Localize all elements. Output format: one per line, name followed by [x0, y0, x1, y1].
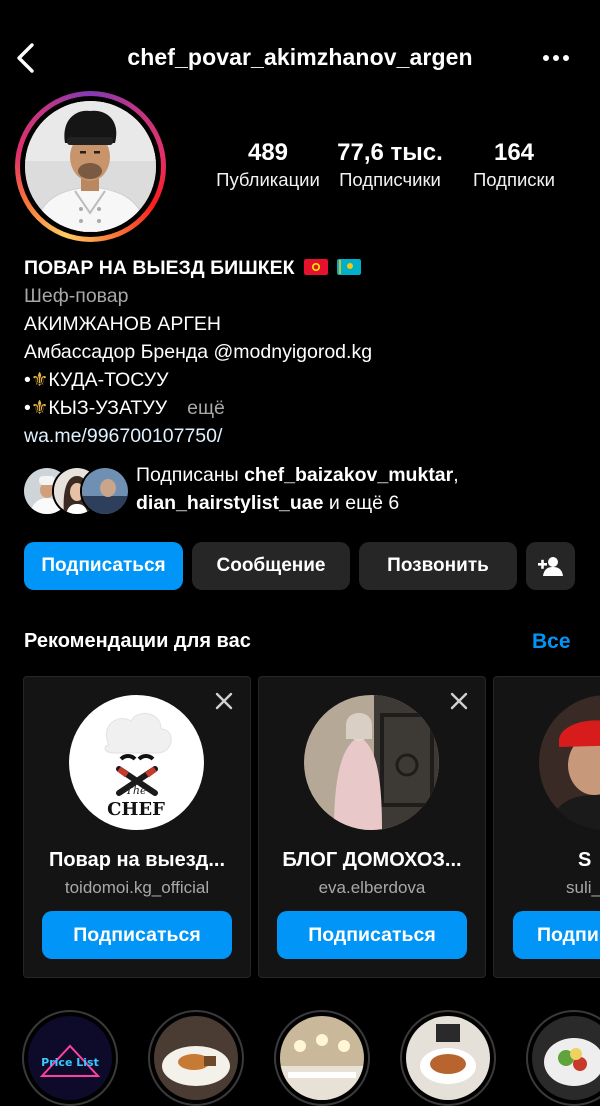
bullet-dot: •	[24, 397, 31, 419]
suggestion-card[interactable]: S suli_ Подпи	[493, 676, 600, 978]
suggestion-handle: suli_	[566, 878, 600, 897]
suggestion-name[interactable]: БЛОГ ДОМОХОЗ...	[259, 849, 485, 872]
profile-username: chef_povar_akimzhanov_argen	[127, 44, 473, 70]
bio-bullet-2-text: КЫЗ-УЗАТУУ	[48, 397, 168, 419]
followers-stat[interactable]: 77,6 тыс. Подписчики	[330, 140, 450, 194]
followed-by-user-2[interactable]: dian_hairstylist_uae	[136, 492, 324, 514]
profile-bio: ПОВАР НА ВЫЕЗД БИШКЕК Шеф-повар АКИМЖАНО…	[24, 254, 584, 450]
woman-coat-photo	[304, 695, 439, 830]
story-highlight[interactable]	[526, 1010, 600, 1106]
status-bar	[0, 0, 600, 6]
fleur-de-lis-icon: ⚜	[30, 397, 49, 419]
more-options-button[interactable]	[540, 44, 574, 72]
followed-by-suffix: и ещё 6	[323, 492, 400, 514]
close-icon[interactable]	[447, 689, 471, 713]
followed-by-prefix: Подписаны	[136, 464, 245, 486]
kazakhstan-flag-icon	[337, 259, 362, 275]
suggestion-card[interactable]: БЛОГ ДОМОХОЗ... eva.elberdova Подписатьс…	[258, 676, 486, 978]
kyrgyzstan-flag-icon	[303, 259, 328, 275]
follow-button[interactable]: Подписаться	[24, 542, 183, 590]
suggestion-name[interactable]: Повар на выезд...	[24, 849, 250, 872]
suggestion-handle: toidomoi.kg_official	[64, 878, 210, 897]
message-button[interactable]: Сообщение	[192, 542, 350, 590]
bio-bullet-1-text: КУДА-ТОСУУ	[48, 369, 169, 391]
profile-avatar[interactable]	[25, 101, 156, 232]
bio-bullet-1: •⚜КУДА-ТОСУУ	[24, 366, 584, 394]
man-red-hat-photo	[539, 695, 600, 830]
price-list-highlight-image: Price List	[28, 1016, 112, 1100]
suggestion-avatar[interactable]	[304, 695, 439, 830]
more-horizontal-icon	[543, 55, 569, 61]
suggestion-follow-button[interactable]: Подписаться	[277, 911, 467, 959]
bio-bullet-2: •⚜КЫЗ-УЗАТУУ ещё	[24, 394, 584, 422]
food-plate-highlight-image	[154, 1016, 238, 1100]
suggestion-follow-button[interactable]: Подпи	[513, 911, 600, 959]
call-button[interactable]: Позвонить	[359, 542, 517, 590]
suggestion-name[interactable]: S	[578, 849, 591, 872]
see-all-link[interactable]: Все	[532, 630, 571, 654]
bio-website-link[interactable]: wa.me/996700107750/	[24, 422, 584, 450]
chef-portrait-image	[25, 101, 156, 232]
logo-text-the: The	[126, 784, 147, 797]
story-highlight[interactable]	[400, 1010, 496, 1106]
mutual-avatar-image	[82, 468, 128, 514]
fleur-de-lis-icon: ⚜	[30, 369, 49, 391]
bio-mention-link[interactable]: @modnyigorod.kg	[214, 341, 373, 363]
profile-display-name: ПОВАР НА ВЫЕЗД БИШКЕК	[24, 257, 295, 279]
story-highlight[interactable]	[274, 1010, 370, 1106]
suggestion-avatar[interactable]	[539, 695, 600, 830]
posts-count: 489	[247, 139, 289, 166]
story-highlight[interactable]: Price List	[22, 1010, 118, 1106]
bullet-dot: •	[24, 369, 31, 391]
suggestion-follow-button[interactable]: Подписаться	[42, 911, 232, 959]
chevron-left-icon	[17, 43, 34, 73]
mutual-avatar-3[interactable]	[80, 466, 130, 516]
posts-stat[interactable]: 489 Публикации	[208, 140, 328, 194]
followed-by-text[interactable]: Подписаны chef_baizakov_muktar, dian_hair…	[136, 461, 576, 517]
suggestions-title: Рекомендации для вас	[24, 630, 251, 652]
bio-line-ambassador: Амбассадор Бренда @modnyigorod.kg	[24, 338, 584, 366]
back-button[interactable]	[10, 40, 40, 76]
following-count: 164	[493, 139, 535, 166]
close-icon[interactable]	[212, 689, 236, 713]
bio-line-name: АКИМЖАНОВ АРГЕН	[24, 313, 221, 335]
suggestion-handle: eva.elberdova	[318, 878, 426, 897]
logo-text-chef: CHEF	[107, 799, 165, 820]
banquet-hall-highlight-image	[280, 1016, 364, 1100]
followed-by-separator: ,	[453, 464, 459, 486]
following-label: Подписки	[472, 169, 555, 190]
soup-bowl-highlight-image	[406, 1016, 490, 1100]
bio-ambassador-text: Амбассадор Бренда	[24, 341, 214, 363]
followed-by-user-1[interactable]: chef_baizakov_muktar	[244, 464, 453, 486]
profile-category: Шеф-повар	[24, 285, 129, 307]
highlight-label: Price List	[41, 1056, 99, 1069]
add-user-button[interactable]	[526, 542, 575, 590]
suggestion-avatar[interactable]: The CHEF	[69, 695, 204, 830]
story-highlight[interactable]	[148, 1010, 244, 1106]
suggestion-card[interactable]: The CHEF Повар на выезд... toidomoi.kg_o…	[23, 676, 251, 978]
bio-more-link[interactable]: ещё	[187, 397, 225, 419]
posts-label: Публикации	[216, 169, 320, 190]
followers-label: Подписчики	[339, 169, 441, 190]
person-add-icon	[537, 557, 563, 576]
salad-highlight-image	[532, 1016, 600, 1100]
following-stat[interactable]: 164 Подписки	[454, 140, 574, 194]
followers-count: 77,6 тыс.	[337, 139, 443, 166]
chef-logo-image: The CHEF	[69, 695, 204, 830]
